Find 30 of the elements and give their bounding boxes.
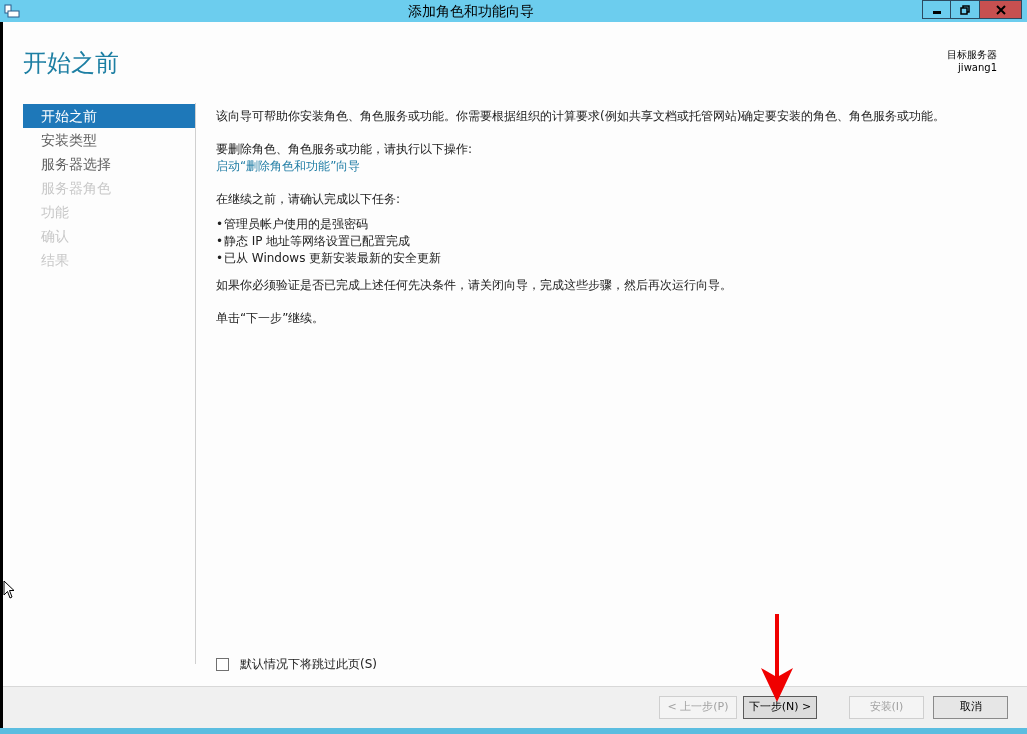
remove-wizard-link[interactable]: 启动“删除角色和功能”向导 xyxy=(216,158,361,175)
prerequisite-item: 已从 Windows 更新安装最新的安全更新 xyxy=(224,250,442,267)
intro-text: 该向导可帮助你安装角色、角色服务或功能。你需要根据组织的计算要求(例如共享文档或托管网站)确定要安装的角色、角色服务或功能。 xyxy=(216,108,947,125)
continue-note: 单击“下一步”继续。 xyxy=(216,310,325,327)
nav-item[interactable]: 开始之前 xyxy=(23,104,195,128)
prerequisites-heading: 在继续之前，请确认完成以下任务: xyxy=(216,191,401,208)
bullet-marker: • xyxy=(216,216,224,233)
cancel-button[interactable]: 取消 xyxy=(933,696,1008,719)
prerequisite-item: 管理员帐户使用的是强密码 xyxy=(224,216,368,233)
nav-item[interactable]: 安装类型 xyxy=(23,128,195,152)
app-icon xyxy=(4,3,20,19)
verify-note: 如果你必须验证是否已完成上述任何先决条件，请关闭向导，完成这些步骤，然后再次运行向导。 xyxy=(216,277,732,294)
bullet-marker: • xyxy=(216,233,224,250)
nav-item[interactable]: 服务器选择 xyxy=(23,152,195,176)
minimize-button[interactable] xyxy=(922,0,951,19)
window-title: 添加角色和功能向导 xyxy=(407,1,535,21)
close-icon xyxy=(995,4,1006,15)
close-button[interactable] xyxy=(980,0,1022,19)
target-server-name: jiwang1 xyxy=(958,61,997,74)
target-server-label: 目标服务器 xyxy=(947,48,997,61)
minimize-icon xyxy=(932,10,941,14)
bullet-marker: • xyxy=(216,250,224,267)
restore-icon xyxy=(960,4,970,15)
skip-checkbox-label: 默认情况下将跳过此页(S) xyxy=(240,656,377,673)
next-button[interactable]: 下一步(N) > xyxy=(743,696,817,719)
remove-prompt: 要删除角色、角色服务或功能，请执行以下操作: xyxy=(216,141,473,158)
prerequisite-item: 静态 IP 地址等网络设置已配置完成 xyxy=(224,233,411,250)
page-title: 开始之前 xyxy=(23,48,119,79)
restore-button[interactable] xyxy=(951,0,980,19)
skip-checkbox[interactable] xyxy=(216,658,229,671)
